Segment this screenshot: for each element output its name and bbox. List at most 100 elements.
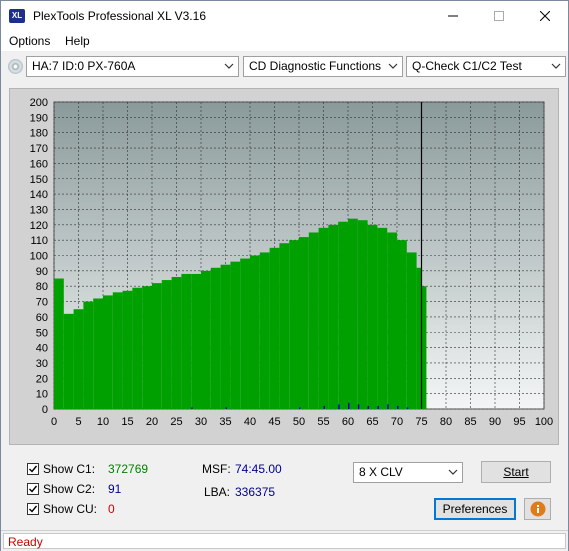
- x-tick-label: 25: [170, 416, 182, 428]
- c1-bar: [367, 224, 378, 409]
- x-tick-label: 85: [464, 416, 476, 428]
- close-button[interactable]: [522, 1, 568, 31]
- cu-count: 0: [108, 502, 115, 516]
- c1-bar: [406, 252, 417, 409]
- c1-bar: [377, 227, 388, 409]
- c1-bar: [171, 276, 182, 409]
- show-c1-checkbox[interactable]: [27, 463, 39, 475]
- y-tick-label: 30: [36, 358, 48, 370]
- c1-bar: [387, 232, 397, 409]
- c1-bar: [328, 224, 339, 409]
- x-tick-label: 80: [440, 416, 452, 428]
- checkmark-icon: [29, 465, 38, 473]
- c1-bar: [269, 247, 280, 409]
- x-tick-label: 30: [195, 416, 207, 428]
- menu-bar: Options Help: [1, 31, 568, 51]
- y-tick-label: 0: [42, 404, 48, 416]
- minimize-button[interactable]: [430, 1, 476, 31]
- x-tick-label: 90: [489, 416, 501, 428]
- window-title: PlexTools Professional XL V3.16: [33, 9, 206, 23]
- c1-bar: [338, 221, 348, 409]
- c1-bar: [240, 258, 250, 409]
- y-tick-label: 160: [30, 158, 48, 170]
- c1-bar: [122, 290, 133, 409]
- y-tick-label: 40: [36, 343, 48, 355]
- c1-bar: [103, 295, 113, 409]
- results-panel: Show C1: 372769 Show C2: 91 Show CU: 0 M…: [9, 453, 559, 525]
- c2-bar: [348, 402, 350, 409]
- y-tick-label: 90: [36, 266, 48, 278]
- c1-count: 372769: [108, 462, 149, 476]
- chevron-down-icon: [448, 469, 458, 475]
- speed-select[interactable]: 8 X CLV: [353, 462, 463, 483]
- cd-drive-icon: [8, 59, 23, 74]
- status-bar: Ready: [1, 530, 568, 551]
- c1-bar: [93, 298, 103, 409]
- show-cu-label: Show CU:: [43, 502, 98, 516]
- c1-bar: [132, 287, 143, 409]
- y-tick-label: 180: [30, 128, 48, 140]
- c2-bar: [377, 405, 379, 409]
- c2-bar: [225, 407, 227, 409]
- y-tick-label: 120: [30, 220, 48, 232]
- x-tick-label: 5: [75, 416, 81, 428]
- c2-bar: [357, 404, 360, 409]
- toolbar: HA:7 ID:0 PX-760A CD Diagnostic Function…: [1, 52, 568, 82]
- app-window: XL PlexTools Professional XL V3.16 Optio…: [0, 0, 569, 551]
- info-button[interactable]: [524, 498, 551, 520]
- c1-bar: [348, 218, 358, 409]
- maximize-icon: [494, 11, 504, 21]
- x-tick-label: 55: [317, 416, 329, 428]
- c1-bar: [191, 273, 201, 409]
- app-logo-icon: XL: [9, 9, 25, 23]
- maximize-button[interactable]: [476, 1, 522, 31]
- c1-bar: [318, 227, 329, 409]
- status-field: Ready: [3, 533, 566, 549]
- y-tick-label: 170: [30, 143, 48, 155]
- c2-bar: [367, 405, 370, 409]
- menu-options[interactable]: Options: [9, 34, 50, 48]
- c2-count: 91: [108, 482, 122, 496]
- c1-bar: [83, 301, 94, 409]
- c2-bar: [323, 405, 325, 409]
- c1-bar: [416, 267, 422, 409]
- drive-select[interactable]: HA:7 ID:0 PX-760A: [26, 56, 239, 77]
- x-tick-label: 45: [268, 416, 280, 428]
- chevron-down-icon: [224, 63, 234, 69]
- y-tick-label: 110: [30, 235, 48, 247]
- checkmark-icon: [29, 505, 38, 513]
- show-cu-checkbox[interactable]: [27, 503, 39, 515]
- c1-bar: [112, 292, 123, 409]
- lba-value: 336375: [235, 485, 276, 499]
- x-tick-label: 40: [244, 416, 256, 428]
- msf-label: MSF:: [202, 462, 231, 476]
- preferences-button[interactable]: Preferences: [434, 498, 516, 520]
- show-c2-checkbox[interactable]: [27, 483, 39, 495]
- c1-bar: [299, 237, 309, 409]
- y-tick-label: 130: [30, 204, 48, 216]
- function-select[interactable]: CD Diagnostic Functions: [243, 56, 403, 77]
- c1-c2-chart: 0 5 10 15 20 25 30 35 40 45 50 55 60 65 70 75 80 85 90 95 10…: [30, 97, 554, 428]
- x-tick-label: 100: [535, 416, 553, 428]
- c1-bar: [308, 232, 319, 409]
- c2-bar: [191, 407, 193, 409]
- c2-bar: [299, 407, 301, 409]
- test-select[interactable]: Q-Check C1/C2 Test: [406, 56, 566, 77]
- c1-bar: [279, 243, 290, 409]
- c1-bar: [230, 261, 241, 409]
- c2-bar: [387, 404, 389, 409]
- menu-help[interactable]: Help: [65, 34, 90, 48]
- msf-value: 74:45.00: [235, 462, 282, 476]
- x-tick-label: 15: [121, 416, 133, 428]
- c1-bar: [142, 286, 152, 409]
- x-tick-label: 75: [415, 416, 427, 428]
- y-tick-label: 10: [36, 389, 48, 401]
- info-icon: [530, 501, 545, 517]
- start-button[interactable]: Start: [481, 461, 551, 483]
- c1-bar: [357, 220, 368, 409]
- c1-bar: [73, 309, 84, 409]
- c1-bar: [259, 252, 270, 409]
- c1-bar: [161, 280, 172, 409]
- y-tick-label: 100: [30, 251, 48, 263]
- x-tick-label: 20: [146, 416, 158, 428]
